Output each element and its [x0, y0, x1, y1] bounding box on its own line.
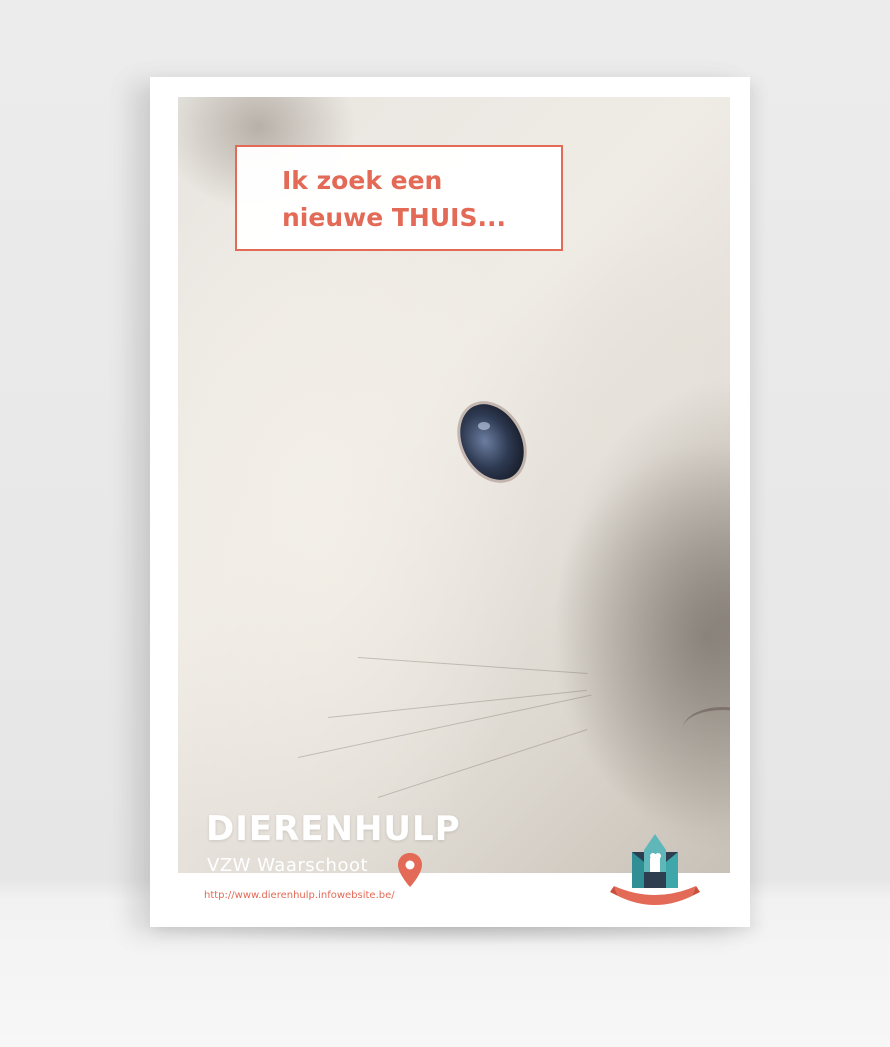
map-pin-icon — [398, 853, 422, 887]
dierenhulp-logo — [610, 834, 700, 905]
poster: Ik zoek een nieuwe THUIS... DIERENHULP V… — [150, 77, 750, 927]
rabbit-eye — [447, 393, 537, 491]
website-link[interactable]: http://www.dierenhulp.infowebsite.be/ — [204, 890, 395, 901]
bubble-line-1: Ik zoek een — [282, 166, 443, 195]
rabbit-photo: Ik zoek een nieuwe THUIS... DIERENHULP V… — [178, 97, 730, 873]
brand-subtitle: VZW Waarschoot — [207, 855, 369, 873]
speech-bubble: Ik zoek een nieuwe THUIS... — [235, 145, 563, 251]
bubble-line-2: nieuwe THUIS... — [282, 203, 506, 232]
brand-title: DIERENHULP — [206, 809, 461, 849]
bubble-text: Ik zoek een nieuwe THUIS... — [282, 162, 506, 236]
